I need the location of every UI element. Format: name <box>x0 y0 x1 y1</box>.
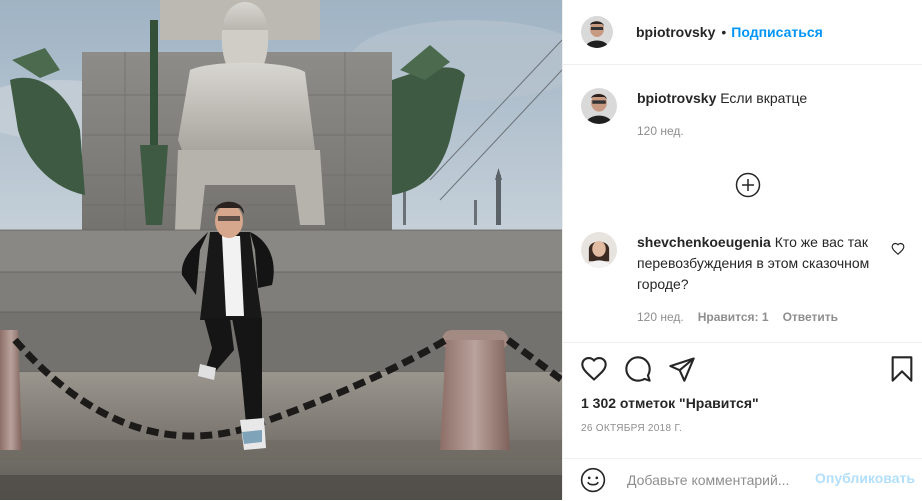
add-comment-bar: Опубликовать <box>563 458 922 501</box>
like-button[interactable] <box>580 355 610 385</box>
post-side-panel: bpiotrovsky • Подписаться bpiotrovsky Ес… <box>562 0 922 500</box>
post-date[interactable]: 26 ОКТЯБРЯ 2018 Г. <box>581 423 682 434</box>
caption-meta: 120 нед. <box>637 121 807 142</box>
heart-icon <box>581 356 607 381</box>
comment-reply-button[interactable]: Ответить <box>783 307 838 328</box>
heart-outline-icon <box>891 242 905 256</box>
header-separator: • <box>721 24 727 40</box>
comment-button[interactable] <box>624 355 654 385</box>
publish-button[interactable]: Опубликовать <box>815 470 915 486</box>
caption-username[interactable]: bpiotrovsky <box>637 90 716 106</box>
comment-time[interactable]: 120 нед. <box>637 307 684 328</box>
post-actions: 1 302 отметок "Нравится" 26 ОКТЯБРЯ 2018… <box>563 342 922 453</box>
comment-item: shevchenkoeugenia Кто же вас так перевоз… <box>581 232 904 328</box>
comment-username[interactable]: shevchenkoeugenia <box>637 234 771 250</box>
author-avatar[interactable] <box>581 16 613 48</box>
caption-time[interactable]: 120 нед. <box>637 121 684 142</box>
post-modal: bpiotrovsky • Подписаться bpiotrovsky Ес… <box>0 0 922 500</box>
caption-body: bpiotrovsky Если вкратце 120 нед. <box>637 88 807 142</box>
bookmark-icon <box>891 356 913 382</box>
comment-like-button[interactable] <box>891 242 905 256</box>
post-photo[interactable] <box>0 0 562 500</box>
comments-list[interactable]: bpiotrovsky Если вкратце 120 нед. shevch… <box>563 66 922 342</box>
share-button[interactable] <box>668 355 698 385</box>
comment-text-block: shevchenkoeugenia Кто же вас так перевоз… <box>637 232 882 295</box>
emoji-smile-icon <box>580 467 606 493</box>
comment-meta: 120 нед. Нравится: 1 Ответить <box>637 307 882 328</box>
caption-item: bpiotrovsky Если вкратце 120 нед. <box>581 88 904 142</box>
paper-plane-icon <box>669 357 695 382</box>
save-button[interactable] <box>888 355 918 385</box>
post-photo-image <box>0 0 562 500</box>
likes-count[interactable]: 1 302 отметок "Нравится" <box>581 395 759 411</box>
commenter-avatar-image <box>581 232 617 268</box>
author-username[interactable]: bpiotrovsky <box>636 24 715 40</box>
post-header: bpiotrovsky • Подписаться <box>563 0 922 65</box>
comment-input[interactable] <box>625 467 819 493</box>
action-icons <box>580 355 922 385</box>
caption-text: Если вкратце <box>720 90 808 106</box>
comment-bubble-icon <box>625 356 651 382</box>
load-more-comments-button[interactable] <box>735 172 761 198</box>
comment-likes[interactable]: Нравится: 1 <box>698 307 769 328</box>
plus-circle-icon <box>735 172 761 198</box>
caption-avatar-image <box>581 88 617 124</box>
author-avatar-image <box>581 16 613 48</box>
emoji-button[interactable] <box>580 467 606 493</box>
comment-body: shevchenkoeugenia Кто же вас так перевоз… <box>637 232 882 328</box>
caption-avatar[interactable] <box>581 88 617 124</box>
caption-text-line: bpiotrovsky Если вкратце <box>637 88 807 109</box>
follow-button[interactable]: Подписаться <box>731 24 823 40</box>
commenter-avatar[interactable] <box>581 232 617 268</box>
